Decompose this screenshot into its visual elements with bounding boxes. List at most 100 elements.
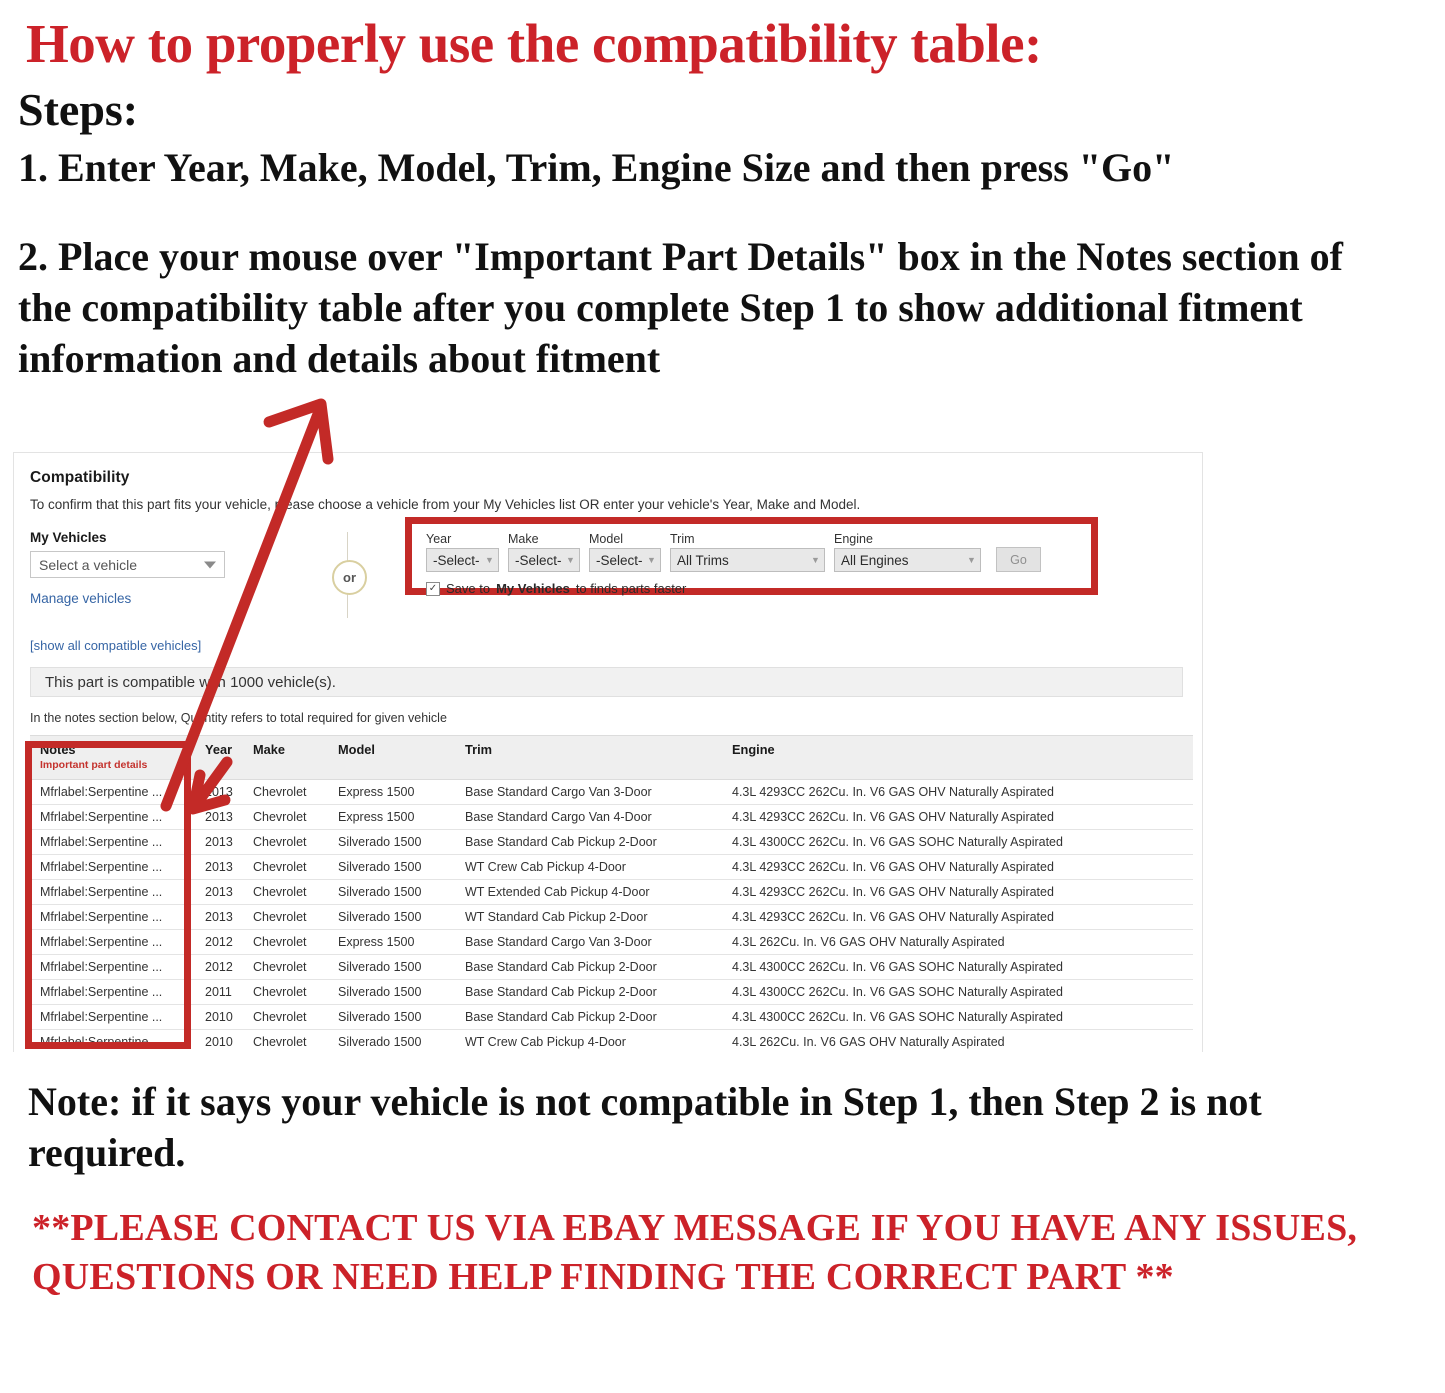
table-row[interactable]: Mfrlabel:Serpentine ... 2010 Chevrolet Silv… [30,1004,1193,1030]
cell-model: Silverado 1500 [328,1004,455,1030]
fitment-table-header-row: Notes Important part details Year Make M… [30,735,1193,780]
my-vehicles-select[interactable]: Select a vehicle [30,551,225,578]
cell-trim: Base Standard Cab Pickup 2-Door [455,979,722,1005]
cell-year: 2012 [195,954,243,980]
cell-make: Chevrolet [243,804,328,830]
save-to-my-vehicles-checkbox[interactable]: ✓ [426,581,440,596]
cell-year: 2013 [195,829,243,855]
trim-select-value: All Trims [677,552,729,568]
vehicle-chooser-row: My Vehicles Select a vehicle Manage vehi… [30,517,1202,622]
make-field: Make -Select- ▼ [508,532,580,572]
cell-model: Silverado 1500 [328,979,455,1005]
cell-engine: 4.3L 262Cu. In. V6 GAS OHV Naturally Asp… [722,929,1193,955]
compatibility-subtitle: To confirm that this part fits your vehi… [30,497,861,512]
cell-notes: Mfrlabel:Serpentine ... [30,979,195,1005]
show-all-compatible-vehicles-link[interactable]: [show all compatible vehicles] [30,638,201,653]
table-row[interactable]: Mfrlabel:Serpentine ... 2013 Chevrolet Expr… [30,804,1193,830]
page-title: How to properly use the compatibility ta… [26,13,1042,74]
cell-year: 2013 [195,879,243,905]
chevron-down-icon: ▼ [967,555,976,565]
make-select[interactable]: -Select- ▼ [508,548,580,572]
cell-engine: 4.3L 4293CC 262Cu. In. V6 GAS OHV Natura… [722,804,1193,830]
col-header-make: Make [243,735,328,780]
save-text-bold: My Vehicles [496,581,570,596]
vehicle-finder-highlight-box: Year -Select- ▼ Make -Select- ▼ Model -S… [405,517,1098,596]
table-row[interactable]: Mfrlabel:Serpentine ... 2013 Chevrolet Silv… [30,829,1193,855]
cell-make: Chevrolet [243,954,328,980]
compatibility-heading: Compatibility [30,469,130,486]
cell-make: Chevrolet [243,904,328,930]
year-field: Year -Select- ▼ [426,532,499,572]
cell-make: Chevrolet [243,1004,328,1030]
table-row[interactable]: Mfrlabel:Serpentine ... 2012 Chevrolet Silv… [30,954,1193,980]
cell-year: 2010 [195,1029,243,1052]
table-row[interactable]: Mfrlabel:Serpentine ... 2012 Chevrolet Expr… [30,929,1193,955]
table-row[interactable]: Mfrlabel:Serpentine ... 2010 Chevrolet Silv… [30,1029,1193,1052]
cell-notes: Mfrlabel:Serpentine ... [30,929,195,955]
cell-engine: 4.3L 4293CC 262Cu. In. V6 GAS OHV Natura… [722,779,1193,805]
cell-engine: 4.3L 4300CC 262Cu. In. V6 GAS SOHC Natur… [722,1004,1193,1030]
cell-engine: 4.3L 4300CC 262Cu. In. V6 GAS SOHC Natur… [722,954,1193,980]
bottom-note-text: Note: if it says your vehicle is not com… [28,1079,1262,1176]
col-header-engine: Engine [722,735,1193,780]
cell-model: Express 1500 [328,779,455,805]
cell-trim: Base Standard Cab Pickup 2-Door [455,829,722,855]
col-header-model: Model [328,735,455,780]
cell-trim: Base Standard Cargo Van 3-Door [455,929,722,955]
cell-notes: Mfrlabel:Serpentine ... [30,854,195,880]
cell-engine: 4.3L 4293CC 262Cu. In. V6 GAS OHV Natura… [722,904,1193,930]
cell-year: 2012 [195,929,243,955]
steps-label: Steps: [18,84,139,135]
step-1-text: 1. Enter Year, Make, Model, Trim, Engine… [18,145,1175,190]
cell-engine: 4.3L 4293CC 262Cu. In. V6 GAS OHV Natura… [722,879,1193,905]
trim-select[interactable]: All Trims ▼ [670,548,825,572]
cell-trim: WT Standard Cab Pickup 2-Door [455,904,722,930]
table-row[interactable]: Mfrlabel:Serpentine ... 2013 Chevrolet Silv… [30,904,1193,930]
cell-notes: Mfrlabel:Serpentine ... [30,829,195,855]
model-select[interactable]: -Select- ▼ [589,548,661,572]
cell-model: Express 1500 [328,804,455,830]
engine-select[interactable]: All Engines ▼ [834,548,981,572]
cell-notes: Mfrlabel:Serpentine ... [30,1004,195,1030]
or-divider: or [327,532,369,618]
fitment-table-body: Mfrlabel:Serpentine ... 2013 Chevrolet Expr… [30,779,1193,1052]
save-text-suffix: to finds parts faster [575,581,687,596]
arrow-up-right-head [263,398,334,465]
cell-trim: WT Crew Cab Pickup 4-Door [455,1029,722,1052]
cell-trim: WT Extended Cab Pickup 4-Door [455,879,722,905]
cell-year: 2010 [195,1004,243,1030]
cell-model: Silverado 1500 [328,854,455,880]
cell-engine: 4.3L 4293CC 262Cu. In. V6 GAS OHV Natura… [722,854,1193,880]
chevron-down-icon: ▼ [485,555,494,565]
cell-notes: Mfrlabel:Serpentine ... [30,904,195,930]
instructions-block: How to properly use the compatibility ta… [0,0,1445,385]
cell-model: Silverado 1500 [328,904,455,930]
table-row[interactable]: Mfrlabel:Serpentine ... 2013 Chevrolet Silv… [30,854,1193,880]
cell-trim: Base Standard Cab Pickup 2-Door [455,954,722,980]
manage-vehicles-link[interactable]: Manage vehicles [30,591,131,606]
save-to-my-vehicles-row[interactable]: ✓ Save to My Vehicles to finds parts fas… [412,572,1091,596]
trim-field: Trim All Trims ▼ [670,532,825,572]
step-2-text: 2. Place your mouse over "Important Part… [18,234,1343,382]
make-select-value: -Select- [515,552,562,568]
cell-make: Chevrolet [243,1029,328,1052]
fitment-table-head: Notes Important part details Year Make M… [30,735,1193,780]
year-select[interactable]: -Select- ▼ [426,548,499,572]
table-row[interactable]: Mfrlabel:Serpentine ... 2013 Chevrolet Expr… [30,779,1193,805]
cell-make: Chevrolet [243,854,328,880]
table-row[interactable]: Mfrlabel:Serpentine ... 2011 Chevrolet Silv… [30,979,1193,1005]
chevron-down-icon: ▼ [811,555,820,565]
or-divider-label: or [332,560,367,595]
cell-year: 2011 [195,979,243,1005]
cell-make: Chevrolet [243,929,328,955]
go-button[interactable]: Go [996,547,1041,572]
engine-field: Engine All Engines ▼ [834,532,981,572]
cell-engine: 4.3L 4300CC 262Cu. In. V6 GAS SOHC Natur… [722,979,1193,1005]
chevron-down-icon: ▼ [566,555,575,565]
chevron-down-icon: ▼ [647,555,656,565]
make-label: Make [508,532,539,546]
cell-engine: 4.3L 4300CC 262Cu. In. V6 GAS SOHC Natur… [722,829,1193,855]
cell-notes: Mfrlabel:Serpentine ... [30,1029,195,1052]
table-row[interactable]: Mfrlabel:Serpentine ... 2013 Chevrolet Silv… [30,879,1193,905]
cell-model: Silverado 1500 [328,1029,455,1052]
